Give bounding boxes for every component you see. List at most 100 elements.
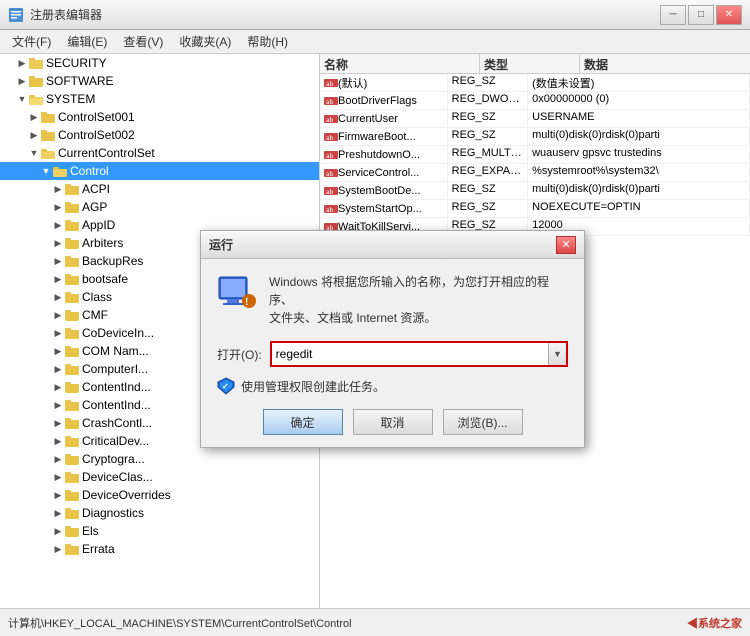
menu-edit[interactable]: 编辑(E) (59, 31, 115, 52)
expand-icon: ▶ (16, 75, 28, 87)
col-header-data: 数据 (580, 54, 750, 73)
run-dialog-ok-button[interactable]: 确定 (263, 409, 343, 435)
expand-icon: ▶ (52, 363, 64, 375)
tree-item-security[interactable]: ▶ SECURITY (0, 54, 319, 72)
run-dialog-browse-button[interactable]: 浏览(B)... (443, 409, 523, 435)
expand-icon: ▶ (52, 255, 64, 267)
folder-icon (65, 471, 79, 483)
svg-text:ab: ab (326, 189, 334, 196)
tree-item-control[interactable]: ▼ Control (0, 162, 319, 180)
svg-text:ab: ab (326, 99, 334, 106)
run-dialog-input-wrapper[interactable]: ▼ (270, 341, 568, 367)
tree-label-comnam: COM Nam... (82, 344, 149, 358)
list-cell-type: REG_SZ (448, 200, 528, 217)
tree-label-ccs: CurrentControlSet (58, 146, 155, 160)
folder-icon (65, 255, 79, 267)
tree-label-system: SYSTEM (46, 92, 95, 106)
folder-icon (65, 381, 79, 393)
expand-icon: ▶ (28, 129, 40, 141)
tree-label-cs001: ControlSet001 (58, 110, 135, 124)
list-cell-name: ab BootDriverFlags (320, 92, 448, 109)
list-cell-type: REG_SZ (448, 74, 528, 91)
maximize-button[interactable]: □ (688, 5, 714, 25)
list-cell-name: ab SystemBootDe... (320, 182, 448, 199)
menu-help[interactable]: 帮助(H) (239, 31, 296, 52)
tree-item-deviceoverrides[interactable]: ▶ DeviceOverrides (0, 486, 319, 504)
folder-icon (65, 507, 79, 519)
expand-icon: ▶ (52, 507, 64, 519)
tree-item-acpi[interactable]: ▶ ACPI (0, 180, 319, 198)
run-dialog-input[interactable] (272, 343, 548, 365)
expand-icon: ▶ (52, 453, 64, 465)
tree-item-controlset001[interactable]: ▶ ControlSet001 (0, 108, 319, 126)
list-cell-data: multi(0)disk(0)rdisk(0)parti (528, 128, 750, 145)
list-item[interactable]: ab CurrentUser REG_SZ USERNAME (320, 110, 750, 128)
app-icon (8, 7, 24, 23)
list-cell-name: ab CurrentUser (320, 110, 448, 127)
menu-favorites[interactable]: 收藏夹(A) (171, 31, 239, 52)
window-title: 注册表编辑器 (30, 6, 102, 23)
list-item[interactable]: ab (默认) REG_SZ (数值未设置) (320, 74, 750, 92)
run-dialog-open-label: 打开(O): (217, 346, 262, 363)
run-dialog-description: Windows 将根据您所输入的名称，为您打开相应的程序、 文件夹、文档或 In… (269, 273, 568, 327)
list-item[interactable]: ab PreshutdownO... REG_MULTI_SZ wuauserv… (320, 146, 750, 164)
expand-icon: ▶ (52, 525, 64, 537)
list-item[interactable]: ab FirmwareBoot... REG_SZ multi(0)disk(0… (320, 128, 750, 146)
list-item[interactable]: ab SystemStartOp... REG_SZ NOEXECUTE=OPT… (320, 200, 750, 218)
status-path: 计算机\HKEY_LOCAL_MACHINE\SYSTEM\CurrentCon… (8, 615, 352, 631)
reg-value-icon: ab (324, 132, 338, 142)
tree-label-cmf: CMF (82, 308, 108, 322)
list-header: 名称 类型 数据 (320, 54, 750, 74)
expand-icon: ▶ (52, 435, 64, 447)
expand-icon: ▶ (52, 327, 64, 339)
run-dialog-checkbox-text: 使用管理权限创建此任务。 (241, 378, 385, 395)
col-header-name: 名称 (320, 54, 480, 73)
list-item[interactable]: ab ServiceControl... REG_EXPAND_SZ %syst… (320, 164, 750, 182)
tree-item-controlset002[interactable]: ▶ ControlSet002 (0, 126, 319, 144)
folder-icon (65, 399, 79, 411)
list-cell-name: ab (默认) (320, 74, 448, 91)
run-dialog: 运行 ✕ ! Windows 将根据您所输入的名称，为您打开相应的程序、 文件夹… (200, 230, 585, 448)
run-dialog-close-button[interactable]: ✕ (556, 236, 576, 254)
expand-icon: ▶ (52, 273, 64, 285)
list-cell-type: REG_MULTI_SZ (448, 146, 528, 163)
list-item[interactable]: ab SystemBootDe... REG_SZ multi(0)disk(0… (320, 182, 750, 200)
tree-label-cs002: ControlSet002 (58, 128, 135, 142)
tree-item-els[interactable]: ▶ Els (0, 522, 319, 540)
menu-view[interactable]: 查看(V) (115, 31, 171, 52)
tree-item-currentcontrolset[interactable]: ▼ CurrentControlSet (0, 144, 319, 162)
tree-item-cryptogra[interactable]: ▶ Cryptogra... (0, 450, 319, 468)
expand-icon: ▶ (52, 237, 64, 249)
menu-bar: 文件(F) 编辑(E) 查看(V) 收藏夹(A) 帮助(H) (0, 30, 750, 54)
tree-label-contentind2: ContentInd... (82, 398, 151, 412)
tree-label-deviceclas: DeviceClas... (82, 470, 153, 484)
reg-value-icon: ab (324, 186, 338, 196)
list-cell-name: ab SystemStartOp... (320, 200, 448, 217)
col-header-type: 类型 (480, 54, 580, 73)
folder-icon (65, 435, 79, 447)
folder-icon (65, 201, 79, 213)
expand-icon: ▶ (52, 543, 64, 555)
tree-item-errata[interactable]: ▶ Errata (0, 540, 319, 558)
reg-value-icon: ab (324, 96, 338, 106)
tree-item-system[interactable]: ▼ SYSTEM (0, 90, 319, 108)
tree-label-contentind1: ContentInd... (82, 380, 151, 394)
tree-item-deviceclas[interactable]: ▶ DeviceClas... (0, 468, 319, 486)
folder-open-icon (29, 93, 43, 105)
run-dialog-checkbox-row: ✓ 使用管理权限创建此任务。 (217, 377, 568, 395)
menu-file[interactable]: 文件(F) (4, 31, 59, 52)
tree-item-diagnostics[interactable]: ▶ Diagnostics (0, 504, 319, 522)
folder-icon (65, 363, 79, 375)
close-button[interactable]: ✕ (716, 5, 742, 25)
run-dialog-dropdown-button[interactable]: ▼ (548, 343, 566, 365)
list-cell-data: USERNAME (528, 110, 750, 127)
list-item[interactable]: ab BootDriverFlags REG_DWORD 0x00000000 … (320, 92, 750, 110)
tree-item-software[interactable]: ▶ SOFTWARE (0, 72, 319, 90)
tree-item-agp[interactable]: ▶ AGP (0, 198, 319, 216)
list-cell-name: ab PreshutdownO... (320, 146, 448, 163)
minimize-button[interactable]: ─ (660, 5, 686, 25)
tree-label-codevicein: CoDeviceIn... (82, 326, 154, 340)
list-cell-data: 0x00000000 (0) (528, 92, 750, 109)
run-dialog-cancel-button[interactable]: 取消 (353, 409, 433, 435)
status-logo: ◀系统之家 (687, 615, 742, 631)
